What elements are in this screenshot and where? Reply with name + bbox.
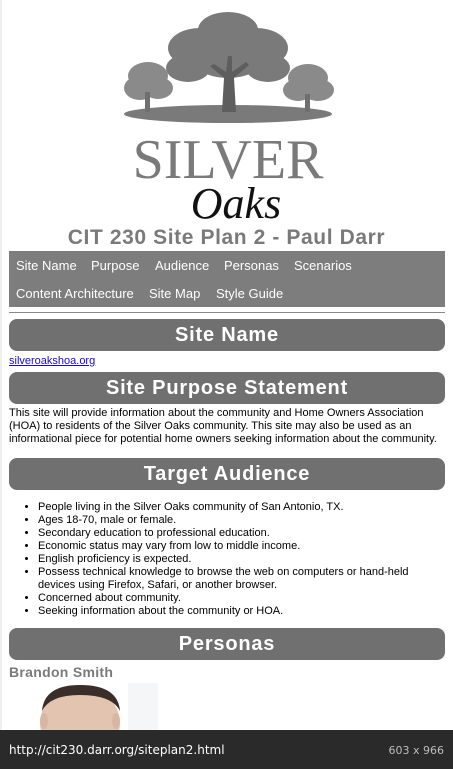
page: SILVER Oaks CIT 230 Site Plan 2 - Paul D…: [0, 0, 453, 730]
purpose-text: This site will provide information about…: [9, 407, 437, 445]
scroll-edge: [0, 0, 2, 730]
heading-personas: Personas: [9, 628, 445, 660]
nav-item-scenarios[interactable]: Scenarios: [294, 258, 352, 273]
heading-purpose: Site Purpose Statement: [9, 372, 445, 404]
list-item: Concerned about community.: [38, 592, 441, 605]
status-bar: http://cit230.darr.org/siteplan2.html 60…: [0, 730, 453, 769]
page-title: CIT 230 Site Plan 2 - Paul Darr: [67, 226, 386, 249]
persona-photo: [32, 683, 158, 730]
nav-item-audience[interactable]: Audience: [155, 258, 209, 273]
nav-item-content-architecture[interactable]: Content Architecture: [16, 286, 134, 301]
divider: [9, 312, 445, 313]
list-item: Ages 18-70, male or female.: [38, 514, 441, 527]
site-url-link[interactable]: silveroakshoa.org: [9, 355, 95, 367]
audience-list: People living in the Silver Oaks communi…: [9, 501, 441, 618]
nav-item-site-map[interactable]: Site Map: [149, 286, 200, 301]
list-item: English proficiency is expected.: [38, 553, 441, 566]
logo-word-oaks: Oaks: [191, 179, 281, 222]
viewport-size: 603 x 966: [388, 744, 445, 757]
nav-item-style-guide[interactable]: Style Guide: [216, 286, 283, 301]
silver-oaks-logo: SILVER Oaks: [124, 12, 334, 222]
nav-item-purpose[interactable]: Purpose: [91, 258, 139, 273]
persona-name: Brandon Smith: [9, 664, 114, 680]
status-url: http://cit230.darr.org/siteplan2.html: [9, 743, 225, 757]
list-item: Seeking information about the community …: [38, 605, 441, 618]
nav-item-personas[interactable]: Personas: [224, 258, 279, 273]
heading-site-name: Site Name: [9, 319, 445, 351]
heading-audience: Target Audience: [9, 458, 445, 490]
nav-item-site-name[interactable]: Site Name: [16, 258, 77, 273]
list-item: People living in the Silver Oaks communi…: [38, 501, 441, 514]
list-item: Secondary education to professional educ…: [38, 527, 441, 540]
list-item: Possess technical knowledge to browse th…: [38, 566, 441, 592]
main-nav: Site Name Purpose Audience Personas Scen…: [9, 251, 445, 307]
list-item: Economic status may vary from low to mid…: [38, 540, 441, 553]
